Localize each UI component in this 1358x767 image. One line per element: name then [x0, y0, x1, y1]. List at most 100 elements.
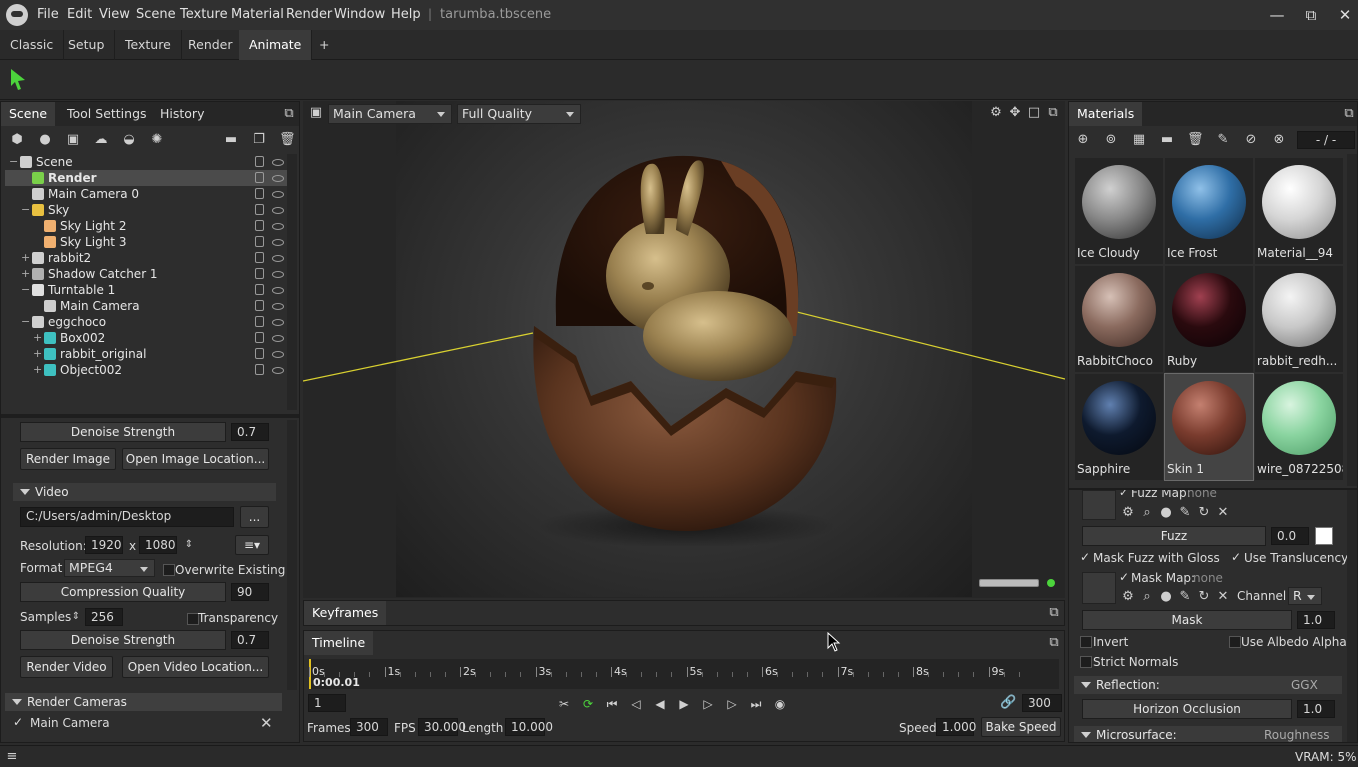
mask-field[interactable]: 1.0: [1297, 611, 1335, 629]
video-path-field[interactable]: C:/Users/admin/Desktop: [20, 507, 234, 527]
keyframes-tab[interactable]: Keyframes: [304, 601, 387, 625]
visibility-eye-icon[interactable]: [272, 319, 284, 326]
close-button[interactable]: ✕: [1334, 6, 1356, 24]
tab-classic[interactable]: Classic: [0, 30, 65, 60]
viewport-settings-icon[interactable]: ⚙: [988, 105, 1004, 121]
tree-row[interactable]: − Scene: [5, 154, 288, 170]
mask-map-check-icon[interactable]: ✓: [1119, 570, 1129, 584]
materials-popout-icon[interactable]: ⧉: [1341, 106, 1357, 122]
expand-icon[interactable]: +: [21, 250, 30, 266]
material-swatch[interactable]: wire_087225087: [1255, 374, 1343, 480]
lock-icon[interactable]: [255, 188, 264, 199]
camera-icon[interactable]: ▣: [308, 105, 324, 121]
open-video-location-button[interactable]: Open Video Location...: [122, 656, 269, 678]
pan-icon[interactable]: ✥: [1007, 105, 1023, 121]
next-frame-icon[interactable]: ▷: [700, 697, 716, 711]
visibility-eye-icon[interactable]: [272, 351, 284, 358]
lock-icon[interactable]: [255, 220, 264, 231]
microsurface-mode-select[interactable]: Roughness: [1264, 728, 1329, 742]
add-mesh-icon[interactable]: ⬢: [9, 132, 25, 148]
open-image-location-button[interactable]: Open Image Location...: [122, 448, 269, 470]
tree-row[interactable]: Sky Light 3: [5, 234, 288, 250]
timeline-tab[interactable]: Timeline: [304, 631, 374, 655]
menu-edit[interactable]: Edit: [67, 7, 92, 22]
tab-history[interactable]: History: [152, 102, 212, 126]
add-light-icon[interactable]: ●: [37, 132, 53, 148]
tree-row[interactable]: Sky Light 2: [5, 218, 288, 234]
video-denoise-field[interactable]: 0.7: [231, 631, 269, 649]
expand-icon[interactable]: +: [33, 330, 42, 346]
lock-icon[interactable]: [255, 236, 264, 247]
lock-icon[interactable]: [255, 316, 264, 327]
strict-normals-checkbox[interactable]: [1080, 656, 1092, 668]
add-turntable-icon[interactable]: ✺: [149, 132, 165, 148]
visibility-eye-icon[interactable]: [272, 191, 284, 198]
visibility-eye-icon[interactable]: [272, 223, 284, 230]
visibility-eye-icon[interactable]: [272, 239, 284, 246]
lock-icon[interactable]: [255, 364, 264, 375]
play-icon[interactable]: ▶: [676, 697, 692, 711]
add-camera-icon[interactable]: ▣: [65, 132, 81, 148]
material-swatch[interactable]: Material__94: [1255, 158, 1343, 264]
material-swatch[interactable]: rabbit_redh...: [1255, 266, 1343, 372]
expand-icon[interactable]: +: [33, 362, 42, 378]
tab-animate[interactable]: Animate: [239, 30, 313, 60]
tree-row[interactable]: + rabbit2: [5, 250, 288, 266]
go-start-icon[interactable]: ⏮: [604, 697, 620, 711]
menu-help[interactable]: Help: [391, 7, 421, 22]
add-shadow-catcher-icon[interactable]: ◒: [121, 132, 137, 148]
fuzz-map-check-icon[interactable]: ✓: [1119, 490, 1128, 499]
cut-icon[interactable]: ✂: [556, 697, 572, 711]
record-icon[interactable]: ◉: [772, 697, 788, 711]
tree-row[interactable]: + rabbit_original: [5, 346, 288, 362]
remove-camera-icon[interactable]: ✕: [260, 714, 273, 732]
browse-path-button[interactable]: ...: [240, 506, 269, 528]
visibility-eye-icon[interactable]: [272, 335, 284, 342]
invert-checkbox[interactable]: [1080, 636, 1092, 648]
image-denoise-field[interactable]: 0.7: [231, 423, 269, 441]
compression-field[interactable]: 90: [231, 583, 269, 601]
resolution-width-field[interactable]: 1920: [85, 536, 123, 554]
use-albedo-checkbox[interactable]: [1229, 636, 1241, 648]
import-material-icon[interactable]: ⊘: [1243, 132, 1259, 148]
render-view[interactable]: [303, 101, 1065, 597]
prev-frame-icon[interactable]: ◀: [652, 697, 668, 711]
materials-tab[interactable]: Materials: [1069, 102, 1143, 126]
tab-scene[interactable]: Scene: [1, 102, 56, 126]
frames-field[interactable]: 300: [350, 718, 388, 736]
fuzz-map-settings-icon[interactable]: ⚙: [1120, 505, 1136, 521]
render-cameras-header[interactable]: Render Cameras: [5, 693, 282, 711]
viewport[interactable]: ▣ Main Camera Full Quality ⚙ ✥ □ ⧉: [303, 101, 1065, 598]
video-section-header[interactable]: Video: [13, 483, 276, 501]
fuzz-field[interactable]: 0.0: [1271, 527, 1309, 545]
material-folder-icon[interactable]: ▬: [1159, 132, 1175, 148]
tree-row[interactable]: + Shadow Catcher 1: [5, 266, 288, 282]
maximize-button[interactable]: ⧉: [1300, 6, 1322, 24]
next-key-icon[interactable]: ▷: [724, 697, 740, 711]
lock-icon[interactable]: [255, 268, 264, 279]
lock-icon[interactable]: [255, 156, 264, 167]
delete-icon[interactable]: 🗑: [279, 132, 296, 148]
tree-row[interactable]: − eggchoco: [5, 314, 288, 330]
panel-splitter[interactable]: [1, 414, 299, 418]
lock-icon[interactable]: [255, 204, 264, 215]
viewport-popout-icon[interactable]: ⧉: [1045, 105, 1061, 121]
visibility-eye-icon[interactable]: [272, 287, 284, 294]
timeline-popout-icon[interactable]: ⧉: [1046, 635, 1062, 651]
material-swatch[interactable]: RabbitChoco: [1075, 266, 1163, 372]
bake-speed-button[interactable]: Bake Speed: [981, 717, 1061, 737]
use-translucency-checkbox[interactable]: ✓: [1231, 550, 1241, 564]
loop-icon[interactable]: ⟳: [580, 697, 596, 711]
mask-map-settings-icon[interactable]: ⚙: [1120, 589, 1136, 605]
visibility-eye-icon[interactable]: [272, 159, 284, 166]
resolution-stepper-icon[interactable]: ⇕: [181, 537, 197, 553]
camera-select[interactable]: Main Camera: [328, 104, 452, 124]
material-swatch[interactable]: Skin 1: [1164, 373, 1254, 481]
resolution-presets-icon[interactable]: ≡▾: [235, 535, 269, 555]
fuzz-map-thumb[interactable]: [1082, 490, 1116, 520]
lock-icon[interactable]: [255, 332, 264, 343]
frame-icon[interactable]: □: [1026, 105, 1042, 121]
fuzz-map-pick-icon[interactable]: ●: [1158, 505, 1174, 521]
speed-field[interactable]: 1.000: [936, 718, 976, 736]
prev-key-icon[interactable]: ◁: [628, 697, 644, 711]
